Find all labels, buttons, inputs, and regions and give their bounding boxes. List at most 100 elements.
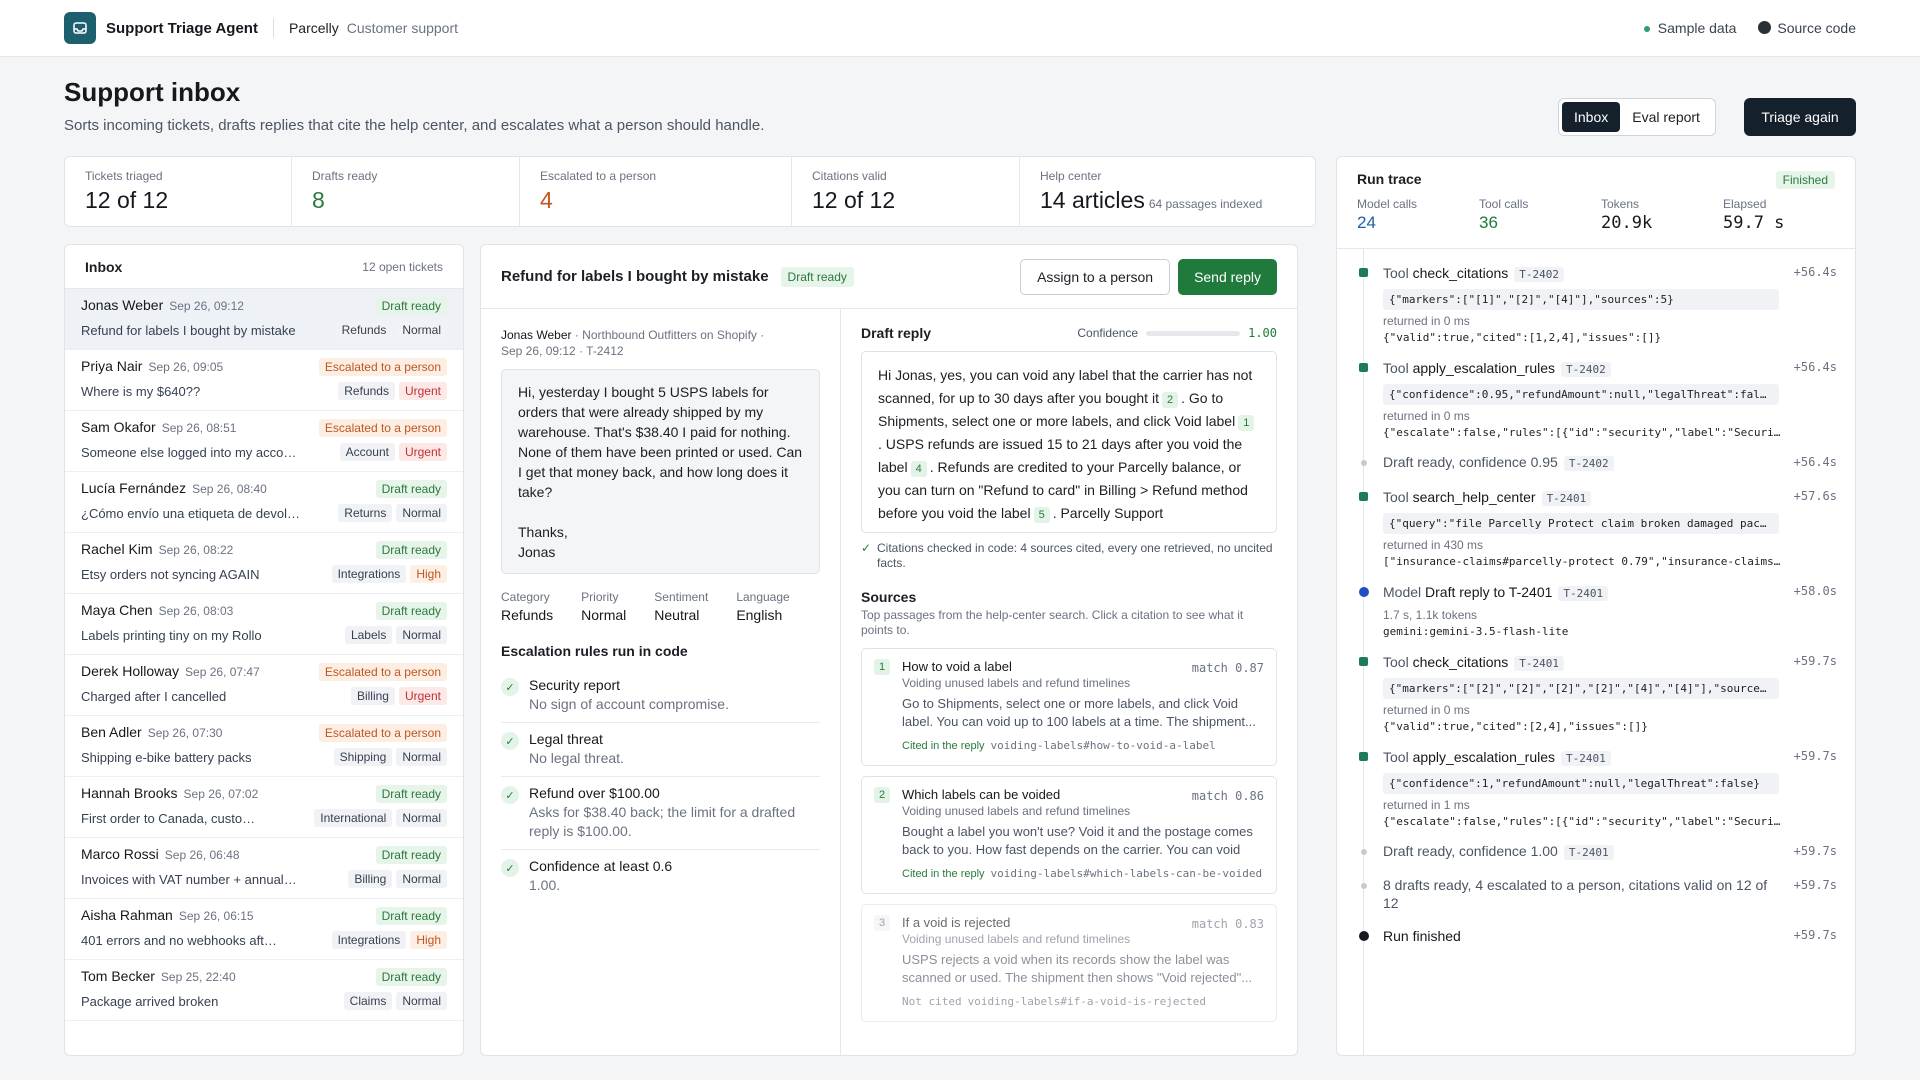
stat-model-calls: Model calls 24 (1357, 197, 1418, 232)
status-badge: Draft ready (780, 266, 854, 287)
priority-tag: Normal (396, 626, 447, 644)
stat-drafts: Drafts ready 8 (292, 157, 520, 226)
ticket-sender: Lucía Fernández (81, 480, 187, 496)
trace-event-list: gemini:gemini-3.5-flash-lite +56.4sTool c… (1357, 249, 1837, 946)
stat-triaged: Tickets triaged 12 of 12 (65, 157, 292, 226)
ticket-row[interactable]: Aisha Rahman Sep 26, 06:15 Draft ready 401 … (65, 899, 463, 960)
send-reply-button[interactable]: Send reply (1178, 258, 1277, 295)
check-icon: ✓ (501, 859, 519, 877)
ticket-sender: Derek Holloway (81, 663, 180, 679)
category-tag: Billing (350, 687, 395, 705)
ticket-row[interactable]: Jonas Weber Sep 26, 09:12 Draft ready Refun… (65, 289, 463, 350)
priority-tag: Urgent (398, 687, 447, 705)
app-name: Support Triage Agent (106, 19, 258, 37)
stat-elapsed: Elapsed 59.7 s (1723, 197, 1785, 233)
category-tag: Returns (338, 504, 393, 522)
status-badge: Draft ready (375, 602, 447, 620)
status-badge: Draft ready (375, 541, 447, 559)
sources-title: Sources (861, 589, 917, 605)
ticket-fields: Category Refunds Priority Normal Sentiment… (501, 590, 820, 623)
ticket-row[interactable]: Derek Holloway Sep 26, 07:47 Escalated to … (65, 655, 463, 716)
citation-marker[interactable]: 1 (1238, 415, 1255, 431)
trace-event: +59.7s Tool apply_escalation_rules T-2401{… (1357, 747, 1837, 828)
ticket-row[interactable]: Ben Adler Sep 26, 07:30 Escalated to a per… (65, 716, 463, 777)
trace-header: Run trace Finished Model calls 24 Tool ca… (1337, 157, 1855, 249)
field-category: Category Refunds (501, 590, 554, 623)
trace-event: +57.6s Tool search_help_center T-2401 {"que… (1357, 487, 1837, 568)
priority-tag: Normal (396, 809, 447, 827)
ticket-date: Sep 26, 09:12 (169, 299, 244, 313)
priority-tag: Normal (396, 870, 447, 888)
rule-item: ✓ Confidence at least 0.6 1.00. (501, 850, 820, 903)
source-card[interactable]: 2 Which labels can be voided match 0.86 … (861, 776, 1277, 894)
ticket-detail: Refund for labels I bought by mistake Dr… (480, 244, 1298, 1056)
status-badge: Draft ready (375, 785, 447, 803)
triage-again-button[interactable]: Triage again (1744, 98, 1856, 136)
field-sentiment: Sentiment Neutral (654, 590, 709, 623)
check-icon: ✓ (501, 678, 519, 696)
status-badge: Draft ready (375, 968, 447, 986)
inbox-title: Inbox (85, 258, 123, 275)
ticket-date: Sep 26, 08:40 (192, 482, 267, 496)
trace-event: +59.7s Run finished (1357, 926, 1837, 946)
trace-event: +59.7s 8 drafts ready, 4 escalated to a p… (1357, 876, 1837, 912)
ticket-sender: Ben Adler (81, 724, 142, 740)
source-code-link[interactable]: Source code (1758, 20, 1856, 36)
ticket-date: Sep 26, 07:47 (185, 665, 260, 679)
ticket-row[interactable]: Hannah Brooks Sep 26, 07:02 Draft ready Fir… (65, 777, 463, 838)
citation-marker[interactable]: 5 (1033, 507, 1050, 523)
ticket-subject: Invoices with VAT number + annual plan (81, 872, 300, 887)
ticket-row[interactable]: Tom Becker Sep 25, 22:40 Draft ready Packag… (65, 960, 463, 1021)
source-card[interactable]: 3 If a void is rejected match 0.83 Voidi… (861, 904, 1277, 1022)
ticket-sender: Rachel Kim (81, 541, 153, 557)
ticket-date: Sep 26, 08:51 (161, 421, 237, 435)
ticket-row[interactable]: Lucía Fernández Sep 26, 08:40 Draft ready ¿… (65, 472, 463, 533)
ticket-row[interactable]: Rachel Kim Sep 26, 08:22 Draft ready Etsy o… (65, 533, 463, 594)
ticket-sender: Tom Becker (81, 968, 155, 984)
rule-item: ✓ Refund over $100.00 Asks for $38.40 back… (501, 777, 820, 850)
ticket-subject: Someone else logged into my account (81, 445, 300, 460)
category-tag: Billing (348, 870, 393, 888)
detail-header: Refund for labels I bought by mistake Dr… (481, 245, 1297, 309)
check-icon: ✓ (501, 732, 519, 750)
ticket-subject: Refund for labels I bought by mistake (81, 323, 296, 338)
stat-help-center: Help center 14 articles 64 passages indexe… (1040, 169, 1263, 213)
priority-tag: Normal (396, 992, 447, 1010)
priority-tag: Normal (396, 504, 447, 522)
citation-marker[interactable]: 4 (910, 461, 927, 477)
draft-header: Draft reply Confidence 1.00 (861, 325, 1277, 341)
draft-reply-text[interactable]: Hi Jonas, yes, you can void any label th… (861, 351, 1277, 533)
ticket-row[interactable]: Maya Chen Sep 26, 08:03 Draft ready Labels … (65, 594, 463, 655)
category-tag: Refunds (338, 382, 395, 400)
citation-marker[interactable]: 2 (1161, 392, 1179, 408)
sources-description: Top passages from the help-center search… (861, 608, 1244, 637)
status-badge: Escalated to a person (318, 663, 447, 681)
source-card[interactable]: 1 How to void a label match 0.87 Voiding… (861, 648, 1277, 766)
tab-inbox[interactable]: Inbox (1562, 102, 1621, 132)
assign-button[interactable]: Assign to a person (1020, 258, 1171, 295)
org-name: Parcelly (288, 20, 339, 36)
priority-tag: Urgent (398, 443, 447, 461)
event-marker-icon (1359, 931, 1369, 941)
confidence-meter: Confidence 1.00 (1077, 326, 1277, 340)
ticket-sender: Maya Chen (81, 602, 153, 618)
tab-eval-report[interactable]: Eval report (1620, 102, 1712, 132)
ticket-row[interactable]: Sam Okafor Sep 26, 08:51 Escalated to a pe… (65, 411, 463, 472)
ticket-sender: Sam Okafor (81, 419, 156, 435)
divider (272, 18, 274, 38)
sample-data-indicator: Sample data (1643, 20, 1736, 36)
event-marker-icon (1361, 849, 1367, 855)
rules-title: Escalation rules run in code (501, 643, 688, 659)
ticket-sender: Hannah Brooks (81, 785, 178, 801)
category-tag: Integrations (331, 931, 407, 949)
ticket-date: Sep 26, 06:15 (178, 909, 254, 923)
event-marker-icon (1361, 460, 1367, 466)
ticket-row[interactable]: Marco Rossi Sep 26, 06:48 Draft ready Invoi… (65, 838, 463, 899)
ticket-subject: Where is my $640?? (81, 384, 201, 399)
inbox-panel: Inbox 12 open tickets Jonas Weber Sep 26,… (64, 244, 464, 1056)
ticket-row[interactable]: Priya Nair Sep 26, 09:05 Escalated to a pe… (65, 350, 463, 411)
category-tag: Refunds (335, 321, 393, 339)
rule-item: ✓ Security report No sign of account compr… (501, 669, 820, 723)
status-badge: Draft ready (375, 297, 447, 315)
ticket-date: Sep 26, 07:02 (183, 787, 259, 801)
